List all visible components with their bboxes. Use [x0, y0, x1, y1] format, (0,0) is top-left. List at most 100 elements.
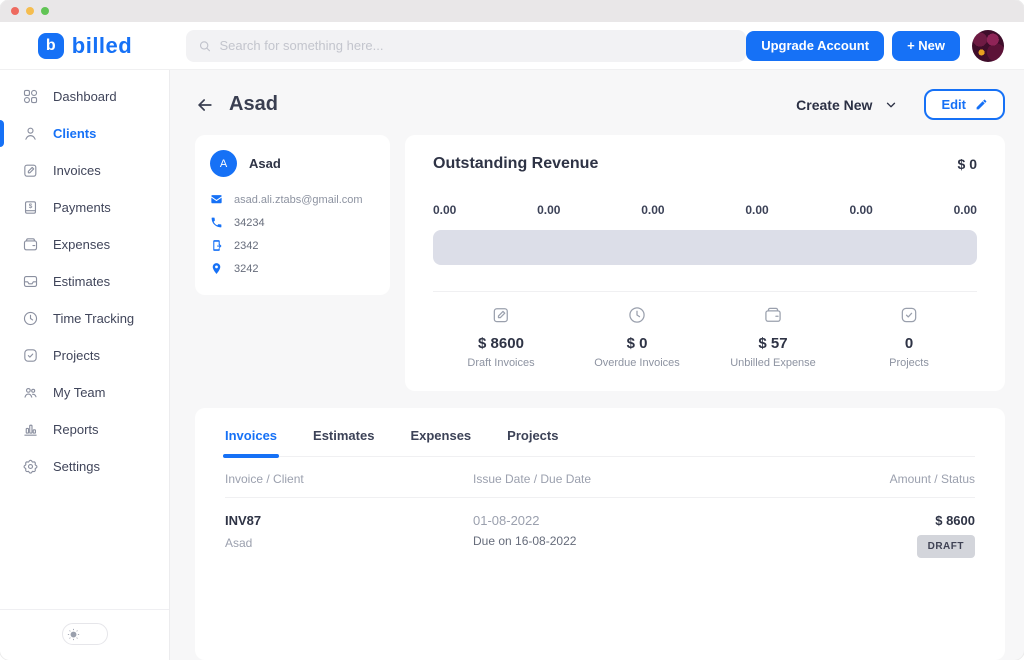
- tick-value: 0.00: [954, 203, 977, 217]
- new-button[interactable]: + New: [892, 31, 960, 61]
- sidebar-item-expenses[interactable]: Expenses: [0, 226, 169, 263]
- mobile-phone-icon: [210, 239, 223, 252]
- logo-icon: b: [38, 33, 64, 59]
- edit-button[interactable]: Edit: [924, 89, 1005, 120]
- amount-status-cell: $ 8600 DRAFT: [805, 513, 975, 558]
- stat-label: Unbilled Expense: [730, 357, 816, 369]
- sidebar-item-projects[interactable]: Projects: [0, 337, 169, 374]
- sidebar-item-label: Settings: [53, 459, 100, 474]
- email-icon: [210, 193, 223, 206]
- maximize-window-button[interactable]: [41, 7, 49, 15]
- column-header-invoice-client: Invoice / Client: [225, 472, 473, 486]
- stat-value: $ 8600: [478, 335, 524, 352]
- sidebar-item-time-tracking[interactable]: Time Tracking: [0, 300, 169, 337]
- due-date: Due on 16-08-2022: [473, 534, 805, 548]
- table-header-row: Invoice / Client Issue Date / Due Date A…: [225, 457, 975, 498]
- revenue-total: $ 0: [958, 156, 977, 172]
- theme-toggle[interactable]: [62, 623, 108, 645]
- search-icon: [198, 39, 211, 53]
- stat-draft-invoices: $ 8600 Draft Invoices: [433, 305, 569, 369]
- sidebar-item-invoices[interactable]: Invoices: [0, 152, 169, 189]
- main-layout: Dashboard Clients Invoices $ Payments Ex…: [0, 70, 1024, 660]
- edit-button-label: Edit: [941, 97, 966, 112]
- sidebar-item-estimates[interactable]: Estimates: [0, 263, 169, 300]
- check-square-icon: [899, 305, 919, 330]
- my-team-icon: [22, 384, 39, 401]
- sidebar-item-reports[interactable]: Reports: [0, 411, 169, 448]
- topbar: b billed Upgrade Account + New: [0, 22, 1024, 70]
- search-input[interactable]: [219, 38, 734, 53]
- client-card: A Asad asad.ali.ztabs@gmail.com 34234 23…: [195, 135, 390, 295]
- upgrade-account-button[interactable]: Upgrade Account: [746, 31, 884, 61]
- column-header-amount-status: Amount / Status: [805, 472, 975, 486]
- sidebar-item-my-team[interactable]: My Team: [0, 374, 169, 411]
- sidebar-item-dashboard[interactable]: Dashboard: [0, 78, 169, 115]
- settings-icon: [22, 458, 39, 475]
- client-avatar: A: [210, 150, 237, 177]
- app-logo[interactable]: b billed: [0, 33, 170, 59]
- sidebar-item-label: My Team: [53, 385, 106, 400]
- sidebar-item-label: Reports: [53, 422, 99, 437]
- tab-expenses[interactable]: Expenses: [410, 428, 471, 456]
- sidebar-item-label: Payments: [53, 200, 111, 215]
- tick-value: 0.00: [850, 203, 873, 217]
- table-row[interactable]: INV87 Asad 01-08-2022 Due on 16-08-2022 …: [225, 498, 975, 573]
- client-email-row: asad.ali.ztabs@gmail.com: [210, 193, 375, 206]
- revenue-tick-labels: 0.00 0.00 0.00 0.00 0.00 0.00: [433, 203, 977, 217]
- create-new-dropdown[interactable]: Create New: [796, 97, 898, 113]
- draft-invoice-icon: [491, 305, 511, 330]
- svg-text:$: $: [29, 203, 33, 210]
- sidebar-footer: [0, 609, 169, 660]
- column-header-issue-due-date: Issue Date / Due Date: [473, 472, 805, 486]
- sidebar-item-label: Projects: [53, 348, 100, 363]
- tabs: Invoices Estimates Expenses Projects: [225, 428, 975, 457]
- stat-value: 0: [905, 335, 913, 352]
- search-bar[interactable]: [186, 30, 746, 62]
- stat-label: Draft Invoices: [467, 357, 534, 369]
- close-window-button[interactable]: [11, 7, 19, 15]
- clock-icon: [627, 305, 647, 330]
- user-avatar[interactable]: [972, 30, 1004, 62]
- phone-icon: [210, 216, 223, 229]
- sidebar-item-label: Time Tracking: [53, 311, 134, 326]
- dashboard-icon: [22, 88, 39, 105]
- stat-projects: 0 Projects: [841, 305, 977, 369]
- stat-overdue-invoices: $ 0 Overdue Invoices: [569, 305, 705, 369]
- tick-value: 0.00: [745, 203, 768, 217]
- sidebar-item-label: Invoices: [53, 163, 101, 178]
- topbar-actions: Upgrade Account + New: [746, 30, 1024, 62]
- chevron-down-icon: [884, 98, 898, 112]
- status-badge: DRAFT: [917, 535, 975, 558]
- app-window: b billed Upgrade Account + New Dashboard…: [0, 0, 1024, 660]
- tab-invoices[interactable]: Invoices: [225, 428, 277, 456]
- dates-cell: 01-08-2022 Due on 16-08-2022: [473, 513, 805, 558]
- revenue-header: Outstanding Revenue $ 0: [433, 155, 977, 173]
- minimize-window-button[interactable]: [26, 7, 34, 15]
- client-email: asad.ali.ztabs@gmail.com: [234, 194, 363, 206]
- stat-label: Projects: [889, 357, 929, 369]
- tick-value: 0.00: [641, 203, 664, 217]
- payments-icon: $: [22, 199, 39, 216]
- stat-unbilled-expense: $ 57 Unbilled Expense: [705, 305, 841, 369]
- tab-projects[interactable]: Projects: [507, 428, 558, 456]
- projects-icon: [22, 347, 39, 364]
- outstanding-revenue-panel: Outstanding Revenue $ 0 0.00 0.00 0.00 0…: [405, 135, 1005, 391]
- tick-value: 0.00: [537, 203, 560, 217]
- client-address-row: 3242: [210, 262, 375, 275]
- revenue-bar-track: [433, 230, 977, 265]
- sidebar-item-payments[interactable]: $ Payments: [0, 189, 169, 226]
- back-arrow-button[interactable]: [195, 94, 217, 116]
- expenses-icon: [22, 236, 39, 253]
- sidebar-item-settings[interactable]: Settings: [0, 448, 169, 485]
- client-phone: 34234: [234, 217, 265, 229]
- sidebar-item-label: Clients: [53, 126, 96, 141]
- content-area: Asad Create New Edit A: [170, 70, 1024, 660]
- tab-estimates[interactable]: Estimates: [313, 428, 374, 456]
- client-mobile: 2342: [234, 240, 258, 252]
- sidebar-item-clients[interactable]: Clients: [0, 115, 169, 152]
- location-pin-icon: [210, 262, 223, 275]
- invoice-amount: $ 8600: [935, 513, 975, 528]
- page-title: Asad: [229, 93, 278, 116]
- page-header: Asad Create New Edit: [195, 89, 1005, 120]
- client-name: Asad: [249, 156, 281, 171]
